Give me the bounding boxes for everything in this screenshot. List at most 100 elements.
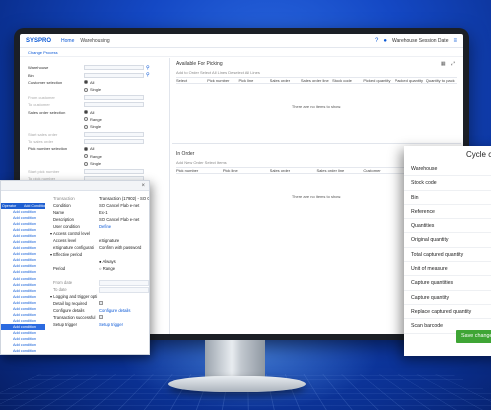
filter-input[interactable] (84, 72, 144, 78)
property-label: User condition (53, 224, 80, 229)
cycle-field-row[interactable]: Capture quantities (404, 276, 491, 291)
property-label: Transaction (53, 196, 75, 201)
property-row: Period ○ Range (47, 265, 149, 272)
property-label: ▾ Logging and trigger opti (50, 294, 98, 299)
radio-option[interactable]: Single (84, 161, 101, 166)
app-logo: SYSPRO (26, 37, 52, 44)
filter-label: Pick number selection (28, 146, 68, 152)
filter-label: Sales order selection (28, 109, 66, 115)
filter-input[interactable] (84, 94, 144, 100)
column-header[interactable]: Pick number (207, 78, 238, 83)
filter-label: Customer selection (28, 79, 63, 85)
column-header[interactable]: Select (176, 78, 207, 83)
cycle-field-row[interactable]: Quantities (404, 219, 491, 234)
popup-toolbar: × (1, 181, 149, 191)
subbar-link[interactable]: Change Process (28, 50, 58, 55)
property-row: User condition Define (47, 223, 149, 230)
menu-icon[interactable]: ≡ (453, 38, 457, 44)
radio-label: Single (90, 161, 102, 167)
cycle-field-row[interactable]: Capture quantity (404, 291, 491, 305)
radio-dot[interactable] (84, 80, 88, 85)
date-input[interactable] (99, 279, 149, 286)
cycle-field-row[interactable]: Warehouse (404, 162, 491, 177)
column-header[interactable]: Quantity to pack (426, 78, 457, 83)
radio-option[interactable]: All (84, 146, 94, 151)
filter-input[interactable] (84, 65, 144, 71)
radio-option[interactable]: Single (84, 124, 101, 129)
filter-input[interactable] (84, 102, 144, 108)
property-value: ● Always (99, 259, 116, 264)
radio-dot[interactable] (84, 110, 88, 115)
property-value (99, 315, 149, 320)
cycle-field-row[interactable]: Replace captured quantity (404, 305, 491, 320)
cycle-field-row[interactable]: Total captured quantity (404, 248, 491, 263)
property-row: ▾ Effective period (47, 251, 149, 258)
filter-label: Bin (28, 72, 34, 78)
property-row: eSignature configurati Confirm with passw… (47, 244, 149, 251)
panel-icons[interactable]: ▦ ⤢ (441, 61, 457, 67)
picking-toolbar[interactable]: Add to Order Select All Lines Deselect A… (172, 70, 461, 77)
radio-option[interactable]: All (84, 110, 94, 115)
date-input[interactable] (99, 286, 149, 293)
close-icon[interactable]: × (141, 183, 145, 189)
property-label: ▾ Access control level (50, 231, 91, 236)
column-header[interactable]: Packed quantity (395, 78, 426, 83)
filter-label: To sales order (28, 139, 54, 145)
filter-input[interactable] (84, 168, 144, 174)
search-icon[interactable]: ⚲ (146, 72, 150, 78)
checkbox[interactable] (99, 301, 103, 305)
filter-input[interactable] (84, 131, 144, 137)
property-value (99, 286, 149, 293)
search-icon[interactable]: ⚲ (146, 65, 150, 71)
radio-dot[interactable] (84, 124, 88, 129)
property-value: eSignature (99, 238, 120, 243)
picking-title-bar: Available For Picking ▦ ⤢ (172, 58, 461, 70)
filter-row: Start pick number (28, 167, 161, 174)
column-header[interactable]: Picked quantity (363, 78, 394, 83)
radio-dot[interactable] (84, 154, 88, 159)
property-row: To date (47, 286, 149, 293)
cycle-field-row[interactable]: Stock code (404, 176, 491, 191)
property-label: From date (53, 280, 73, 285)
cycle-field-row[interactable]: Bin (404, 191, 491, 205)
cycle-field-row[interactable]: Reference (404, 205, 491, 220)
add-condition-link[interactable]: Add condition (1, 348, 45, 354)
property-row: Configure details Configure details (47, 307, 149, 314)
radio-label: Single (90, 87, 102, 93)
radio-dot[interactable] (84, 87, 88, 92)
column-header[interactable]: Sales order (270, 168, 317, 173)
cycle-field-row[interactable]: Original quantity (404, 233, 491, 248)
column-header[interactable]: Stock code (332, 78, 363, 83)
property-row: ▾ Logging and trigger opti (47, 293, 149, 300)
user-icon[interactable]: ● (383, 38, 387, 44)
property-row: Description SO Cancel Flab e-net (47, 216, 149, 223)
column-header[interactable]: Pick line (238, 78, 269, 83)
column-header[interactable]: Sales order (270, 78, 301, 83)
radio-option[interactable]: Range (84, 117, 102, 122)
radio-dot[interactable] (84, 161, 88, 166)
save-changes-button[interactable]: Save change (456, 330, 491, 343)
column-header[interactable]: Pick line (223, 168, 270, 173)
breadcrumb-home[interactable]: Home (61, 38, 74, 44)
cycle-field-row[interactable]: Unit of measure (404, 262, 491, 277)
session-label[interactable]: Warehouse Session Date (392, 38, 449, 44)
radio-dot[interactable] (84, 146, 88, 151)
radio-option[interactable]: Single (84, 87, 101, 92)
filter-row: From customer (28, 94, 161, 101)
property-row: From date (47, 279, 149, 286)
radio-option[interactable]: All (84, 80, 94, 85)
property-link[interactable]: Configure details (99, 308, 149, 313)
property-link[interactable]: Setup trigger (99, 322, 149, 327)
column-header[interactable]: Pick number (176, 168, 223, 173)
column-header[interactable]: Sales order line (301, 78, 332, 83)
filter-input[interactable] (84, 139, 144, 145)
checkbox[interactable] (99, 315, 103, 319)
radio-dot[interactable] (84, 117, 88, 122)
property-link[interactable]: Define (99, 224, 149, 229)
radio-option[interactable]: Range (84, 154, 102, 159)
property-row: Detail log required (47, 300, 149, 307)
column-header[interactable]: Sales order line (316, 168, 363, 173)
help-icon[interactable]: ? (375, 38, 378, 44)
filter-label: To customer (28, 102, 50, 108)
picking-title: Available For Picking (176, 61, 223, 67)
